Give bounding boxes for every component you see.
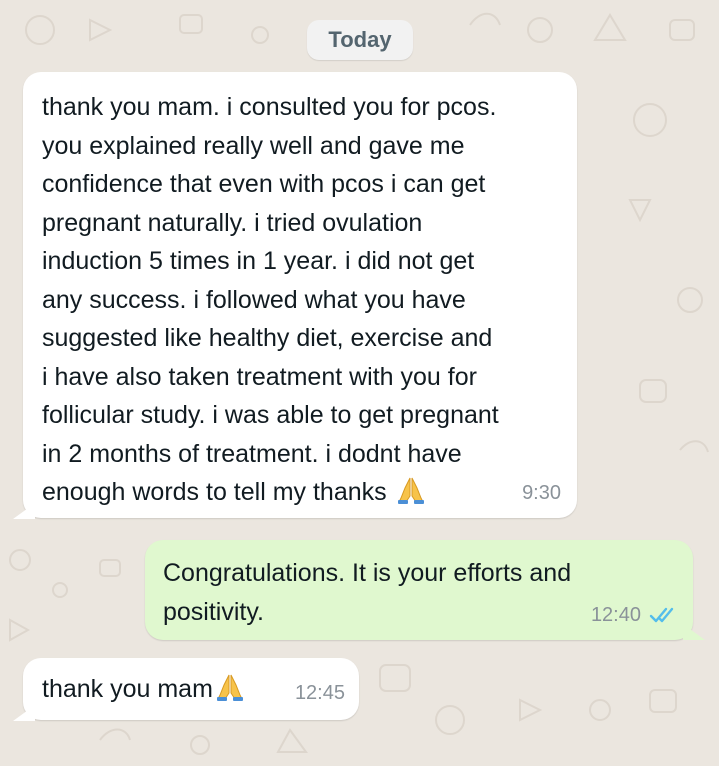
incoming-message-bubble[interactable]: thank you mam 12:45 xyxy=(13,658,359,721)
bubble-tail xyxy=(13,503,35,519)
double-check-icon xyxy=(649,607,674,622)
folded-hands-icon xyxy=(397,477,424,504)
message-timestamp: 12:45 xyxy=(294,681,345,704)
message-timestamp: 9:30 xyxy=(522,481,561,504)
date-separator: Today xyxy=(307,20,413,60)
folded-hands-icon xyxy=(216,674,243,701)
message-text: thank you mam. i consulted you for pcos.… xyxy=(42,93,499,506)
bubble-tail xyxy=(683,624,705,640)
message-text: Congratulations. It is your efforts and … xyxy=(163,559,572,626)
bubble-tail xyxy=(13,705,35,721)
message-text: thank you mam xyxy=(42,675,213,703)
message-timestamp: 12:40 xyxy=(591,596,679,635)
incoming-message-bubble[interactable]: thank you mam. i consulted you for pcos.… xyxy=(13,72,577,519)
outgoing-message-bubble[interactable]: Congratulations. It is your efforts and … xyxy=(145,540,705,640)
